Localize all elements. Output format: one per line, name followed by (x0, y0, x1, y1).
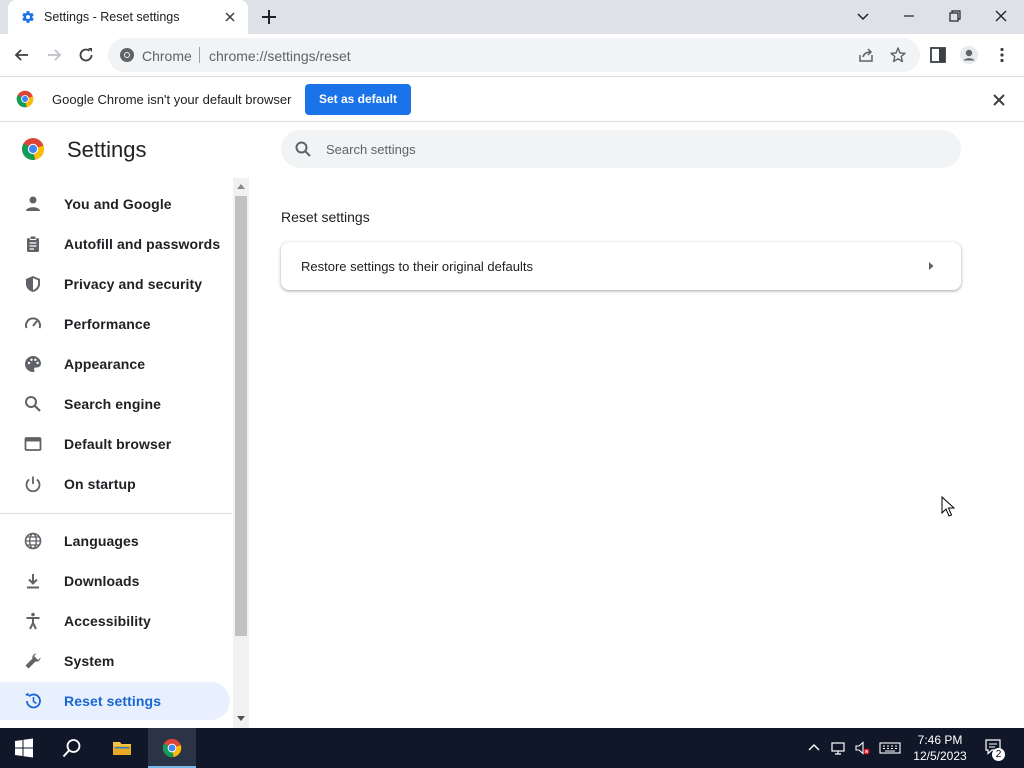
chrome-logo-icon (22, 138, 45, 160)
sidebar-item-on-startup[interactable]: On startup (0, 465, 230, 503)
sidebar-item-system[interactable]: System (0, 642, 230, 680)
speedometer-icon (25, 317, 41, 329)
scroll-down-arrow-icon[interactable] (237, 716, 245, 722)
forward-icon[interactable] (44, 45, 64, 65)
sidebar-item-default-browser[interactable]: Default browser (0, 425, 230, 463)
chrome-logo-icon (16, 90, 34, 108)
section-title: Reset settings (281, 209, 370, 225)
search-icon (295, 141, 311, 157)
windows-taskbar: 7:46 PM 12/5/2023 2 (0, 728, 1024, 768)
omnibox-site-label: Chrome (142, 48, 192, 64)
sidebar-item-languages[interactable]: Languages (0, 522, 230, 560)
search-icon (62, 739, 81, 758)
chevron-up-icon[interactable] (806, 740, 822, 756)
sidebar-item-privacy[interactable]: Privacy and security (0, 265, 230, 303)
power-icon (25, 476, 41, 493)
tab-title: Settings - Reset settings (44, 10, 180, 24)
taskbar-search-button[interactable] (48, 728, 96, 768)
default-browser-infobar: Google Chrome isn't your default browser… (0, 76, 1024, 122)
new-tab-icon[interactable] (260, 8, 278, 26)
sidebar-item-downloads[interactable]: Downloads (0, 562, 230, 600)
globe-icon (24, 532, 42, 550)
search-settings-input[interactable]: Search settings (281, 130, 961, 168)
sidebar-item-reset-settings[interactable]: Reset settings (0, 682, 230, 720)
page-title: Settings (67, 137, 147, 162)
minimize-icon[interactable] (900, 7, 918, 25)
clock-time: 7:46 PM (917, 733, 963, 747)
keyboard-icon[interactable] (879, 740, 901, 756)
omnibox[interactable]: Chrome chrome://settings/reset (108, 38, 920, 72)
sidebar-item-accessibility[interactable]: Accessibility (0, 602, 230, 640)
restore-defaults-row[interactable]: Restore settings to their original defau… (281, 242, 961, 290)
folder-icon (113, 742, 131, 755)
sidebar-item-you-and-google[interactable]: You and Google (0, 185, 230, 223)
profile-avatar-icon[interactable] (959, 45, 979, 65)
clock-date: 12/5/2023 (913, 749, 967, 763)
sidebar-item-appearance[interactable]: Appearance (0, 345, 230, 383)
clipboard-icon (27, 235, 39, 252)
start-button[interactable] (0, 728, 48, 768)
chrome-logo-icon (162, 738, 182, 758)
taskbar-chrome[interactable] (148, 728, 196, 768)
tab-settings[interactable]: Settings - Reset settings (8, 0, 248, 34)
close-tab-icon[interactable] (222, 9, 238, 25)
wrench-icon (25, 653, 41, 669)
settings-sidebar: You and Google Autofill and passwords Pr… (0, 184, 232, 728)
sidebar-divider (0, 513, 232, 514)
set-as-default-button[interactable]: Set as default (305, 84, 411, 115)
history-icon (25, 692, 41, 709)
bookmark-star-icon[interactable] (889, 46, 907, 64)
toolbar: Chrome chrome://settings/reset (0, 34, 1024, 76)
restore-icon[interactable] (946, 7, 964, 25)
person-icon (26, 196, 40, 211)
more-menu-icon[interactable] (992, 45, 1012, 65)
settings-page: Settings Search settings You and Google … (0, 122, 1024, 728)
palette-icon (25, 356, 41, 372)
gear-icon (22, 11, 34, 23)
volume-muted-icon[interactable] (854, 740, 870, 756)
search-icon (25, 396, 41, 412)
windows-logo-icon (15, 738, 33, 758)
sidebar-scrollbar-thumb[interactable] (235, 196, 247, 636)
taskbar-clock[interactable]: 7:46 PM 12/5/2023 (908, 732, 972, 764)
tab-strip: Settings - Reset settings (0, 0, 1024, 34)
close-window-icon[interactable] (992, 7, 1010, 25)
mouse-cursor-icon (941, 496, 955, 517)
reload-icon[interactable] (76, 45, 96, 65)
share-icon[interactable] (857, 46, 875, 64)
chrome-page-icon[interactable] (119, 47, 135, 63)
search-placeholder: Search settings (326, 142, 416, 157)
tab-search-icon[interactable] (854, 7, 872, 25)
infobar-message: Google Chrome isn't your default browser (52, 92, 292, 107)
omnibox-separator (199, 47, 200, 63)
shield-icon (26, 276, 40, 292)
back-icon[interactable] (12, 45, 32, 65)
sidebar-item-search-engine[interactable]: Search engine (0, 385, 230, 423)
sidebar-item-autofill[interactable]: Autofill and passwords (0, 225, 230, 263)
notification-count-badge: 2 (992, 748, 1005, 761)
restore-defaults-label: Restore settings to their original defau… (301, 259, 533, 274)
play-arrow-icon (929, 262, 934, 270)
scroll-up-arrow-icon[interactable] (237, 183, 245, 189)
browser-window-icon (24, 437, 42, 451)
taskbar-file-explorer[interactable] (98, 728, 146, 768)
close-infobar-icon[interactable] (990, 91, 1008, 109)
download-icon (27, 574, 39, 589)
network-icon[interactable] (830, 740, 846, 756)
accessibility-icon (26, 612, 40, 630)
sidebar-item-performance[interactable]: Performance (0, 305, 230, 343)
omnibox-url[interactable]: chrome://settings/reset (209, 48, 351, 64)
side-panel-icon[interactable] (928, 45, 948, 65)
